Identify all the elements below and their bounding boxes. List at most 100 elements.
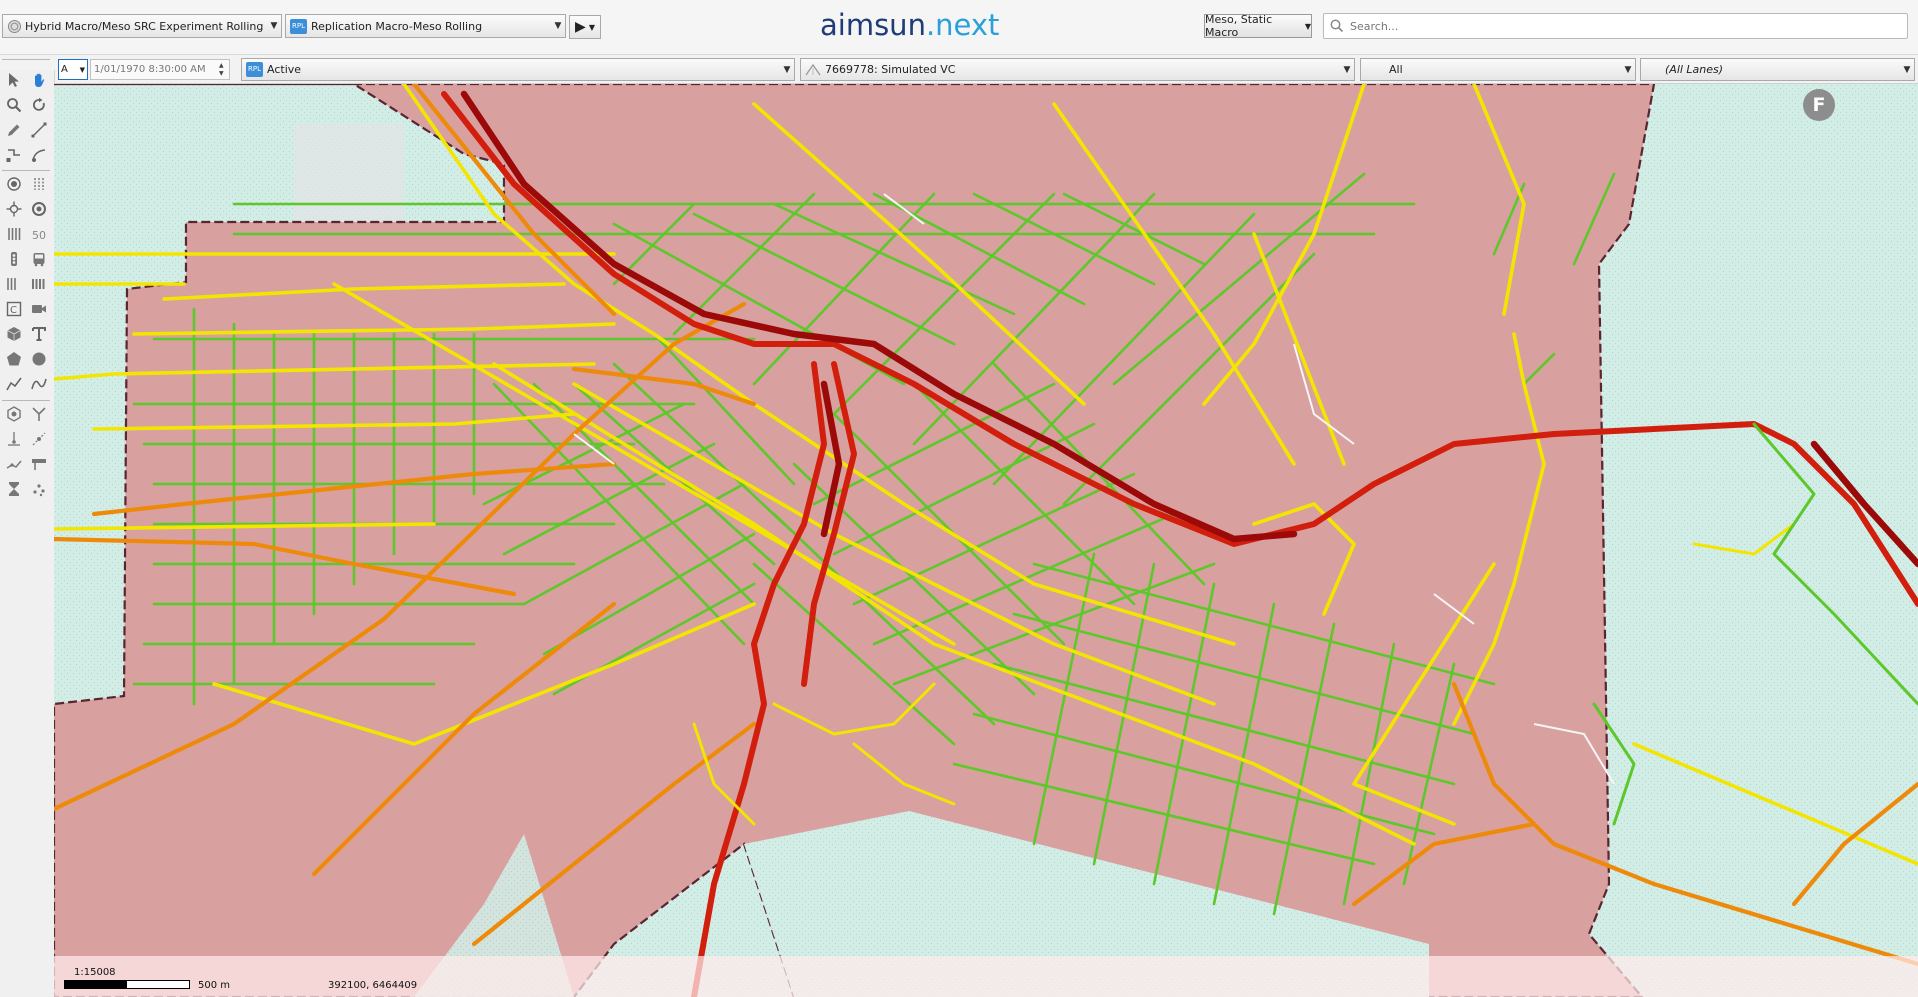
draw-section-tool[interactable]: [4, 120, 24, 140]
view-options-bar: A ▼ 1/01/1970 8:30:00 AM ▲ ▼ RPL Active ▼…: [0, 55, 1918, 84]
lane-tool[interactable]: [4, 224, 24, 244]
stop-line-icon: [7, 278, 16, 290]
video-camera-icon: [32, 305, 46, 313]
polyline-tool[interactable]: [29, 120, 49, 140]
engine-mode-label: Meso, Static Macro: [1205, 13, 1273, 39]
filter-selector[interactable]: All ▼: [1360, 58, 1636, 81]
replication-icon: RPL: [290, 18, 307, 34]
play-menu-icon[interactable]: ▼: [589, 23, 595, 32]
engine-mode-button[interactable]: Meso, Static Macro ▼: [1204, 13, 1312, 39]
filter-badge[interactable]: F: [1803, 89, 1835, 121]
connect-tool[interactable]: [29, 145, 49, 165]
junction-tool[interactable]: [4, 199, 24, 219]
chevron-down-icon: ▼: [1624, 64, 1632, 75]
detector-tool[interactable]: [29, 174, 49, 194]
cursor-coordinates: 392100, 6464409: [328, 980, 418, 991]
crosswalk-tool[interactable]: [29, 274, 49, 294]
circle-tool[interactable]: [29, 349, 49, 369]
control-plan-tool[interactable]: C: [4, 299, 24, 319]
map-canvas: [54, 84, 1918, 997]
bus-stop-tool[interactable]: [29, 249, 49, 269]
ramp-icon: [32, 459, 46, 470]
layer-label: A: [61, 64, 68, 75]
time-spinner[interactable]: ▲ ▼: [219, 62, 229, 78]
pen-icon: [8, 124, 20, 136]
scatter-tool[interactable]: [29, 479, 49, 499]
route-icon: [6, 460, 22, 469]
play-button[interactable]: ▶ ▼: [569, 15, 601, 39]
polyline-draw-tool[interactable]: [4, 374, 24, 394]
lanes-icon: [8, 228, 21, 240]
chevron-down-icon: ▼: [1903, 64, 1911, 75]
pin-tool[interactable]: [4, 429, 24, 449]
stop-line-tool[interactable]: [4, 274, 24, 294]
hexagon-icon: [7, 406, 21, 422]
pin-icon: [8, 432, 20, 446]
replication-icon: RPL: [246, 62, 263, 77]
crosswalk-icon: [32, 279, 45, 289]
view-mode-icon: [805, 63, 821, 75]
scale-bar: [64, 980, 190, 989]
curve-icon: [31, 378, 47, 390]
bus-icon: [33, 253, 45, 267]
experiment-selector[interactable]: Hybrid Macro/Meso SRC Experiment Rolling…: [2, 14, 282, 38]
chevron-down-icon: ▼: [1343, 64, 1351, 75]
magnifier-icon: [7, 98, 22, 113]
zone-tool[interactable]: [4, 404, 24, 424]
network-map-view[interactable]: F 1:15008 500 m 392100, 6464409: [54, 84, 1918, 997]
replication-selector[interactable]: RPL Replication Macro-Meso Rolling ▼: [285, 14, 566, 38]
curve-tool[interactable]: [29, 374, 49, 394]
timer-tool[interactable]: [4, 479, 24, 499]
roundabout-icon: [32, 202, 46, 216]
top-toolbar: Hybrid Macro/Meso SRC Experiment Rolling…: [0, 0, 1918, 55]
scale-ratio: 1:15008: [74, 967, 116, 978]
status-selector[interactable]: RPL Active ▼: [241, 58, 795, 81]
scale-distance: 500 m: [198, 980, 231, 991]
speed-limit-tool[interactable]: 50: [29, 224, 49, 244]
3d-object-tool[interactable]: [4, 324, 24, 344]
replication-label: Replication Macro-Meso Rolling: [311, 19, 483, 33]
chevron-down-icon: ▼: [783, 64, 791, 75]
view-mode-label: 7669778: Simulated VC: [825, 63, 956, 76]
search-box[interactable]: [1323, 13, 1908, 39]
search-icon: [1330, 19, 1344, 33]
datetime-value: 1/01/1970 8:30:00 AM: [94, 64, 206, 75]
camera-tool[interactable]: [29, 299, 49, 319]
app-logo: aimsun.next: [820, 8, 1000, 42]
polygon-tool[interactable]: [4, 349, 24, 369]
status-label: Active: [267, 63, 302, 76]
layer-selector[interactable]: A ▼: [58, 59, 88, 80]
datetime-field[interactable]: 1/01/1970 8:30:00 AM ▲ ▼: [90, 59, 230, 80]
zoom-tool[interactable]: [4, 95, 24, 115]
view-mode-selector[interactable]: 7669778: Simulated VC ▼: [800, 58, 1355, 81]
cube-icon: [7, 327, 21, 341]
text-icon: [32, 327, 46, 341]
text-tool[interactable]: [29, 324, 49, 344]
lanes-selector[interactable]: (All Lanes) ▼: [1640, 58, 1915, 81]
traffic-light-tool[interactable]: [4, 249, 24, 269]
arrow-pointer-icon: [9, 73, 19, 87]
rotate-tool[interactable]: [29, 95, 49, 115]
search-input[interactable]: [1344, 18, 1907, 34]
svg-text:50: 50: [32, 229, 46, 242]
route-tool[interactable]: [4, 454, 24, 474]
rotate-icon: [32, 97, 45, 111]
zigzag-icon: [6, 377, 22, 391]
crosshair-icon: [6, 201, 22, 217]
connector-icon: [32, 149, 46, 162]
node-icon: [6, 149, 20, 162]
roundabout-tool[interactable]: [29, 199, 49, 219]
branch-tool[interactable]: [29, 404, 49, 424]
dots-icon: [33, 484, 45, 497]
chevron-down-icon: ▼: [554, 21, 562, 31]
tools-palette: 50 C: [0, 59, 55, 997]
ramp-meter-tool[interactable]: [29, 454, 49, 474]
chevron-down-icon: ▼: [79, 65, 85, 74]
pan-tool[interactable]: [29, 70, 49, 90]
centroid-tool[interactable]: [4, 174, 24, 194]
speed-sign-icon: 50: [32, 229, 46, 242]
node-tool[interactable]: [4, 145, 24, 165]
select-tool[interactable]: [4, 70, 24, 90]
circle-icon: [32, 352, 46, 366]
path-tool[interactable]: [29, 429, 49, 449]
